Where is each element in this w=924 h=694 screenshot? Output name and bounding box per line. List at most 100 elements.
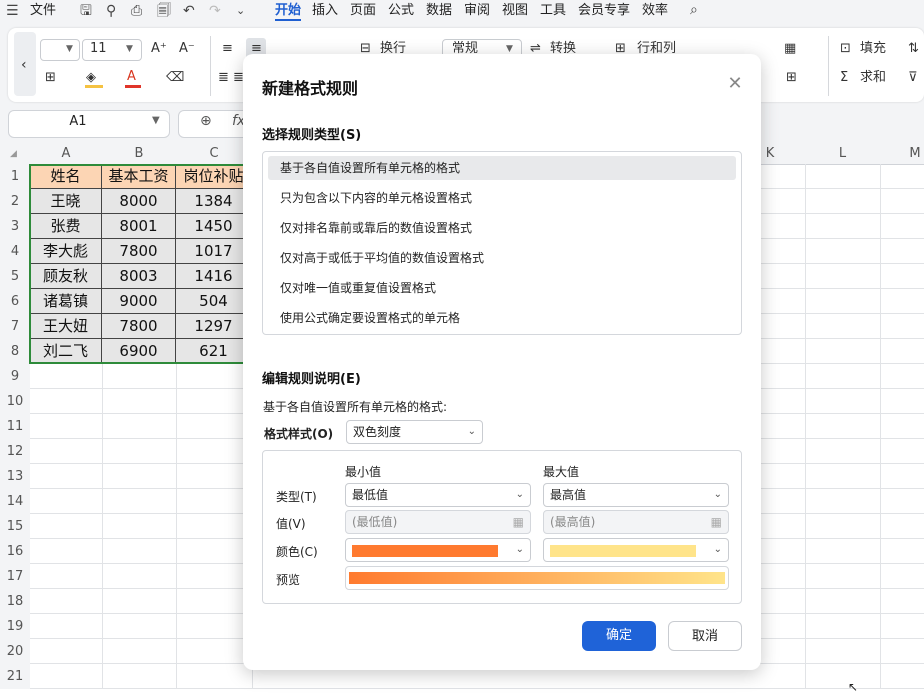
row-header[interactable]: 14 (0, 489, 30, 514)
min-type-value: 最低值 (352, 488, 389, 502)
row-header[interactable]: 9 (0, 364, 30, 389)
row-header[interactable]: 20 (0, 639, 30, 664)
max-value-placeholder: (最高值) (550, 515, 596, 529)
row-header[interactable]: 7 (0, 314, 30, 339)
increase-font-icon[interactable]: A⁺ (151, 40, 167, 58)
row-header[interactable]: 16 (0, 539, 30, 564)
mouse-cursor-icon: ↖ (848, 680, 859, 694)
cell-border-icon[interactable]: ⊞ (786, 69, 797, 87)
zoom-icon[interactable]: ⊕ (200, 113, 212, 129)
column-header[interactable]: A (30, 144, 102, 164)
rule-type-option[interactable]: 仅对唯一值或重复值设置格式 (268, 276, 736, 300)
rule-type-option[interactable]: 只为包含以下内容的单元格设置格式 (268, 186, 736, 210)
decrease-font-icon[interactable]: A⁻ (179, 40, 195, 58)
name-box-value: A1 (69, 114, 87, 129)
max-color-select[interactable]: ⌄ (543, 538, 729, 562)
row-header[interactable]: 12 (0, 439, 30, 464)
row-header[interactable]: 6 (0, 289, 30, 314)
ribbon-separator (210, 36, 211, 96)
cancel-button[interactable]: 取消 (668, 621, 742, 651)
min-type-select[interactable]: 最低值 ⌄ (345, 483, 531, 507)
print-icon[interactable]: ⎙ (131, 2, 142, 20)
column-header[interactable]: L (805, 144, 880, 164)
tab-page[interactable]: 页面 (350, 2, 376, 20)
tab-insert[interactable]: 插入 (312, 2, 338, 20)
grid-line (805, 164, 806, 689)
fill-label[interactable]: 填充 (860, 40, 886, 58)
row-header[interactable]: 2 (0, 189, 30, 214)
row-header[interactable]: 13 (0, 464, 30, 489)
chevron-down-icon: ▼ (506, 44, 513, 54)
sum-icon[interactable]: Σ (840, 69, 848, 87)
row-header[interactable]: 10 (0, 389, 30, 414)
column-header[interactable]: B (102, 144, 176, 164)
row-header[interactable]: 15 (0, 514, 30, 539)
border-icon[interactable]: ⊞ (45, 69, 56, 87)
undo-icon[interactable]: ↶ (183, 2, 195, 20)
ok-button[interactable]: 确定 (582, 621, 656, 651)
chevron-down-icon: ⌄ (515, 544, 524, 555)
row-header[interactable]: 8 (0, 339, 30, 364)
row-header[interactable]: 19 (0, 614, 30, 639)
hamburger-menu-icon[interactable]: ☰ (6, 2, 19, 20)
row-header[interactable]: 11 (0, 414, 30, 439)
format-style-value: 双色刻度 (353, 425, 402, 439)
max-type-select[interactable]: 最高值 ⌄ (543, 483, 729, 507)
max-type-value: 最高值 (550, 488, 587, 502)
grid-line (880, 164, 881, 689)
table-style-icon[interactable]: ▦ (784, 40, 796, 58)
rule-type-option[interactable]: 仅对排名靠前或靠后的数值设置格式 (268, 216, 736, 240)
eraser-icon[interactable]: ⌫ (166, 69, 184, 87)
tab-efficiency[interactable]: 效率 (642, 2, 668, 20)
rule-type-option[interactable]: 仅对高于或低于平均值的数值设置格式 (268, 246, 736, 270)
format-painter-icon[interactable]: ⚲ (106, 2, 116, 20)
row-header[interactable]: 4 (0, 239, 30, 264)
row-header[interactable]: 21 (0, 664, 30, 689)
min-color-select[interactable]: ⌄ (345, 538, 531, 562)
font-size-value: 11 (90, 41, 107, 56)
sum-label[interactable]: 求和 (860, 69, 886, 87)
quick-access-dropdown-icon[interactable]: ⌄ (236, 2, 245, 20)
format-style-select[interactable]: 双色刻度 ⌄ (346, 420, 483, 444)
column-header[interactable]: M (880, 144, 924, 164)
row-header[interactable]: 5 (0, 264, 30, 289)
tab-review[interactable]: 审阅 (464, 2, 490, 20)
ribbon-separator (828, 36, 829, 96)
column-header[interactable]: C (176, 144, 252, 164)
font-name-select[interactable] (40, 39, 80, 61)
save-icon[interactable]: 🖫 (80, 2, 92, 20)
row-header[interactable]: 18 (0, 589, 30, 614)
filter-icon[interactable]: ⊽ (908, 69, 918, 87)
tab-data[interactable]: 数据 (426, 2, 452, 20)
search-icon[interactable]: ⌕ (690, 1, 698, 19)
align-top-icon[interactable]: ≡ (222, 40, 233, 58)
selection-range (29, 164, 252, 364)
menu-file[interactable]: 文件 (30, 2, 56, 20)
row-header[interactable]: 1 (0, 164, 30, 189)
redo-icon[interactable]: ↷ (209, 2, 221, 20)
print-preview-icon[interactable]: 🗐 (157, 2, 171, 20)
tab-formula[interactable]: 公式 (388, 2, 414, 20)
align-left-icon[interactable]: ≣ (218, 69, 229, 87)
close-icon[interactable]: ✕ (725, 74, 745, 94)
max-value-input[interactable]: (最高值) ▦ (543, 510, 729, 534)
sort-icon[interactable]: ⇅ (908, 40, 919, 58)
row-header[interactable]: 17 (0, 564, 30, 589)
rule-type-option[interactable]: 基于各自值设置所有单元格的格式 (268, 156, 736, 180)
tab-tools[interactable]: 工具 (540, 2, 566, 20)
min-value-placeholder: (最低值) (352, 515, 398, 529)
range-picker-icon[interactable]: ▦ (513, 511, 524, 533)
dialog-title: 新建格式规则 (262, 79, 359, 98)
row-header[interactable]: 3 (0, 214, 30, 239)
range-picker-icon[interactable]: ▦ (711, 511, 722, 533)
font-color-swatch (125, 85, 141, 88)
fill-icon[interactable]: ⊡ (840, 40, 851, 58)
tab-member[interactable]: 会员专享 (578, 2, 630, 20)
rule-type-option[interactable]: 使用公式确定要设置格式的单元格 (268, 306, 736, 330)
tab-home[interactable]: 开始 (275, 2, 301, 20)
select-all-corner-icon[interactable]: ◢ (10, 149, 17, 159)
chevron-down-icon: ⌄ (515, 489, 524, 500)
tab-view[interactable]: 视图 (502, 2, 528, 20)
min-value-input[interactable]: (最低值) ▦ (345, 510, 531, 534)
font-color-icon[interactable]: A (127, 68, 136, 86)
